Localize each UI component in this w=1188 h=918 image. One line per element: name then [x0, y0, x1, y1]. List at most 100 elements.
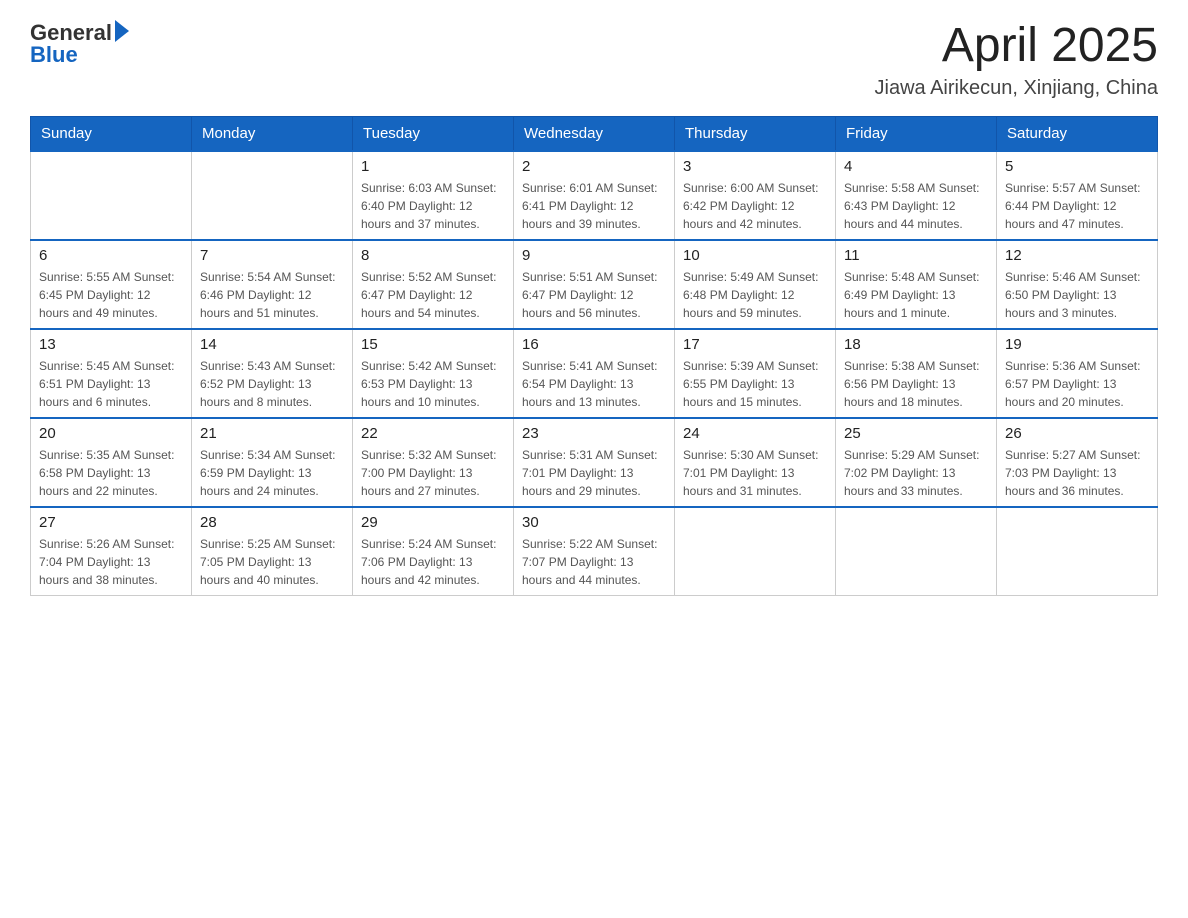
table-row [836, 507, 997, 596]
logo-arrow-icon [115, 20, 129, 42]
day-number: 26 [1005, 425, 1149, 442]
table-row: 17 Sunrise: 5:39 AM Sunset: 6:55 PM Dayli… [675, 329, 836, 418]
table-row: 6 Sunrise: 5:55 AM Sunset: 6:45 PM Daylig… [31, 240, 192, 329]
day-info: Sunrise: 5:58 AM Sunset: 6:43 PM Dayligh… [844, 179, 988, 233]
table-row: 19Sunrise: 5:36 AM Sunset: 6:57 PM Dayli… [997, 329, 1158, 418]
day-number: 28 [200, 514, 344, 531]
table-row [997, 507, 1158, 596]
day-number: 10 [683, 247, 827, 264]
table-row: 27Sunrise: 5:26 AM Sunset: 7:04 PM Dayli… [31, 507, 192, 596]
calendar-week-row: 27Sunrise: 5:26 AM Sunset: 7:04 PM Dayli… [31, 507, 1158, 596]
day-number: 12 [1005, 247, 1149, 264]
table-row: 16 Sunrise: 5:41 AM Sunset: 6:54 PM Dayli… [514, 329, 675, 418]
table-row: 15 Sunrise: 5:42 AM Sunset: 6:53 PM Dayli… [353, 329, 514, 418]
calendar-week-row: 6 Sunrise: 5:55 AM Sunset: 6:45 PM Daylig… [31, 240, 1158, 329]
day-info: Sunrise: 5:49 AM Sunset: 6:48 PM Dayligh… [683, 268, 827, 322]
table-row: 3 Sunrise: 6:00 AM Sunset: 6:42 PM Daylig… [675, 151, 836, 240]
logo: General Blue [30, 20, 129, 68]
day-number: 13 [39, 336, 183, 353]
calendar-week-row: 13 Sunrise: 5:45 AM Sunset: 6:51 PM Dayli… [31, 329, 1158, 418]
col-friday: Friday [836, 116, 997, 151]
logo-text-blue: Blue [30, 42, 78, 68]
day-info: Sunrise: 5:27 AM Sunset: 7:03 PM Dayligh… [1005, 446, 1149, 500]
day-number: 7 [200, 247, 344, 264]
table-row: 2 Sunrise: 6:01 AM Sunset: 6:41 PM Daylig… [514, 151, 675, 240]
table-row: 18 Sunrise: 5:38 AM Sunset: 6:56 PM Dayli… [836, 329, 997, 418]
day-info: Sunrise: 5:45 AM Sunset: 6:51 PM Dayligh… [39, 357, 183, 411]
day-number: 24 [683, 425, 827, 442]
day-info: Sunrise: 5:36 AM Sunset: 6:57 PM Dayligh… [1005, 357, 1149, 411]
day-number: 29 [361, 514, 505, 531]
day-number: 2 [522, 158, 666, 175]
calendar-week-row: 20 Sunrise: 5:35 AM Sunset: 6:58 PM Dayli… [31, 418, 1158, 507]
day-number: 23 [522, 425, 666, 442]
day-info: Sunrise: 5:24 AM Sunset: 7:06 PM Dayligh… [361, 535, 505, 589]
table-row: 29 Sunrise: 5:24 AM Sunset: 7:06 PM Dayli… [353, 507, 514, 596]
day-number: 1 [361, 158, 505, 175]
day-number: 3 [683, 158, 827, 175]
day-number: 8 [361, 247, 505, 264]
day-info: Sunrise: 5:38 AM Sunset: 6:56 PM Dayligh… [844, 357, 988, 411]
day-info: Sunrise: 5:30 AM Sunset: 7:01 PM Dayligh… [683, 446, 827, 500]
col-wednesday: Wednesday [514, 116, 675, 151]
table-row: 20 Sunrise: 5:35 AM Sunset: 6:58 PM Dayli… [31, 418, 192, 507]
day-info: Sunrise: 5:25 AM Sunset: 7:05 PM Dayligh… [200, 535, 344, 589]
day-number: 30 [522, 514, 666, 531]
day-info: Sunrise: 5:55 AM Sunset: 6:45 PM Dayligh… [39, 268, 183, 322]
day-number: 15 [361, 336, 505, 353]
day-number: 5 [1005, 158, 1149, 175]
day-info: Sunrise: 5:32 AM Sunset: 7:00 PM Dayligh… [361, 446, 505, 500]
day-info: Sunrise: 5:35 AM Sunset: 6:58 PM Dayligh… [39, 446, 183, 500]
calendar-month-year: April 2025 [875, 20, 1159, 73]
day-number: 4 [844, 158, 988, 175]
table-row: 5 Sunrise: 5:57 AM Sunset: 6:44 PM Daylig… [997, 151, 1158, 240]
table-row: 21Sunrise: 5:34 AM Sunset: 6:59 PM Dayli… [192, 418, 353, 507]
day-info: Sunrise: 5:31 AM Sunset: 7:01 PM Dayligh… [522, 446, 666, 500]
day-info: Sunrise: 5:34 AM Sunset: 6:59 PM Dayligh… [200, 446, 344, 500]
day-info: Sunrise: 6:01 AM Sunset: 6:41 PM Dayligh… [522, 179, 666, 233]
day-info: Sunrise: 5:46 AM Sunset: 6:50 PM Dayligh… [1005, 268, 1149, 322]
day-info: Sunrise: 5:57 AM Sunset: 6:44 PM Dayligh… [1005, 179, 1149, 233]
col-sunday: Sunday [31, 116, 192, 151]
day-info: Sunrise: 5:39 AM Sunset: 6:55 PM Dayligh… [683, 357, 827, 411]
day-number: 6 [39, 247, 183, 264]
day-number: 20 [39, 425, 183, 442]
day-info: Sunrise: 6:03 AM Sunset: 6:40 PM Dayligh… [361, 179, 505, 233]
day-info: Sunrise: 6:00 AM Sunset: 6:42 PM Dayligh… [683, 179, 827, 233]
day-number: 16 [522, 336, 666, 353]
table-row: 28 Sunrise: 5:25 AM Sunset: 7:05 PM Dayli… [192, 507, 353, 596]
day-number: 14 [200, 336, 344, 353]
day-number: 11 [844, 247, 988, 264]
day-number: 18 [844, 336, 988, 353]
day-info: Sunrise: 5:42 AM Sunset: 6:53 PM Dayligh… [361, 357, 505, 411]
table-row: 30Sunrise: 5:22 AM Sunset: 7:07 PM Dayli… [514, 507, 675, 596]
table-row: 7 Sunrise: 5:54 AM Sunset: 6:46 PM Daylig… [192, 240, 353, 329]
day-info: Sunrise: 5:48 AM Sunset: 6:49 PM Dayligh… [844, 268, 988, 322]
day-info: Sunrise: 5:52 AM Sunset: 6:47 PM Dayligh… [361, 268, 505, 322]
day-number: 9 [522, 247, 666, 264]
table-row [31, 151, 192, 240]
day-info: Sunrise: 5:51 AM Sunset: 6:47 PM Dayligh… [522, 268, 666, 322]
table-row [675, 507, 836, 596]
day-info: Sunrise: 5:43 AM Sunset: 6:52 PM Dayligh… [200, 357, 344, 411]
day-number: 17 [683, 336, 827, 353]
col-monday: Monday [192, 116, 353, 151]
table-row: 4 Sunrise: 5:58 AM Sunset: 6:43 PM Daylig… [836, 151, 997, 240]
table-row: 26 Sunrise: 5:27 AM Sunset: 7:03 PM Dayli… [997, 418, 1158, 507]
page-header: General Blue April 2025 Jiawa Airikecun,… [30, 20, 1158, 100]
day-info: Sunrise: 5:29 AM Sunset: 7:02 PM Dayligh… [844, 446, 988, 500]
day-number: 25 [844, 425, 988, 442]
calendar-location: Jiawa Airikecun, Xinjiang, China [875, 77, 1159, 100]
table-row: 1 Sunrise: 6:03 AM Sunset: 6:40 PM Daylig… [353, 151, 514, 240]
table-row: 8 Sunrise: 5:52 AM Sunset: 6:47 PM Daylig… [353, 240, 514, 329]
table-row: 23 Sunrise: 5:31 AM Sunset: 7:01 PM Dayli… [514, 418, 675, 507]
table-row: 25 Sunrise: 5:29 AM Sunset: 7:02 PM Dayli… [836, 418, 997, 507]
table-row: 12 Sunrise: 5:46 AM Sunset: 6:50 PM Dayli… [997, 240, 1158, 329]
day-number: 22 [361, 425, 505, 442]
table-row: 9 Sunrise: 5:51 AM Sunset: 6:47 PM Daylig… [514, 240, 675, 329]
day-info: Sunrise: 5:54 AM Sunset: 6:46 PM Dayligh… [200, 268, 344, 322]
day-info: Sunrise: 5:26 AM Sunset: 7:04 PM Dayligh… [39, 535, 183, 589]
table-row: 14 Sunrise: 5:43 AM Sunset: 6:52 PM Dayli… [192, 329, 353, 418]
day-info: Sunrise: 5:41 AM Sunset: 6:54 PM Dayligh… [522, 357, 666, 411]
table-row: 24 Sunrise: 5:30 AM Sunset: 7:01 PM Dayli… [675, 418, 836, 507]
